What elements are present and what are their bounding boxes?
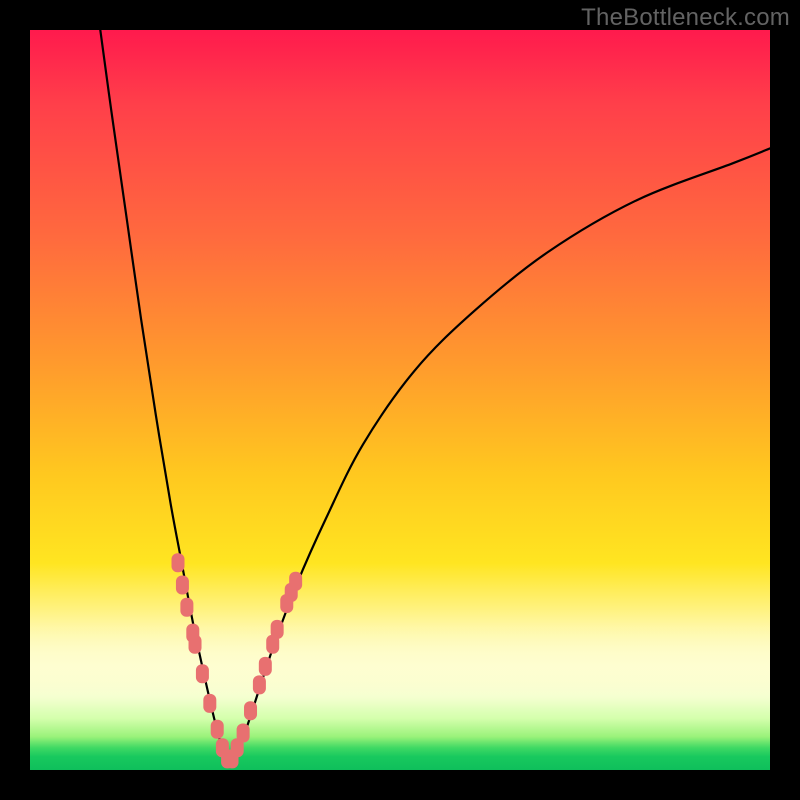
curve-layer: [30, 30, 770, 770]
left-marker: [211, 720, 224, 739]
chart-stage: TheBottleneck.com: [0, 0, 800, 800]
left-marker: [203, 694, 216, 713]
right-marker: [271, 620, 284, 639]
left-marker: [172, 553, 185, 572]
left-marker: [196, 664, 209, 683]
right-marker: [237, 724, 250, 743]
plot-area: [30, 30, 770, 770]
right-marker: [259, 657, 272, 676]
left-marker: [180, 598, 193, 617]
left-curve: [100, 30, 230, 763]
watermark-text: TheBottleneck.com: [581, 4, 790, 32]
right-marker: [289, 572, 302, 591]
right-curve: [230, 148, 770, 762]
left-marker: [176, 576, 189, 595]
right-marker: [244, 701, 257, 720]
right-marker: [253, 675, 266, 694]
left-marker: [189, 635, 202, 654]
